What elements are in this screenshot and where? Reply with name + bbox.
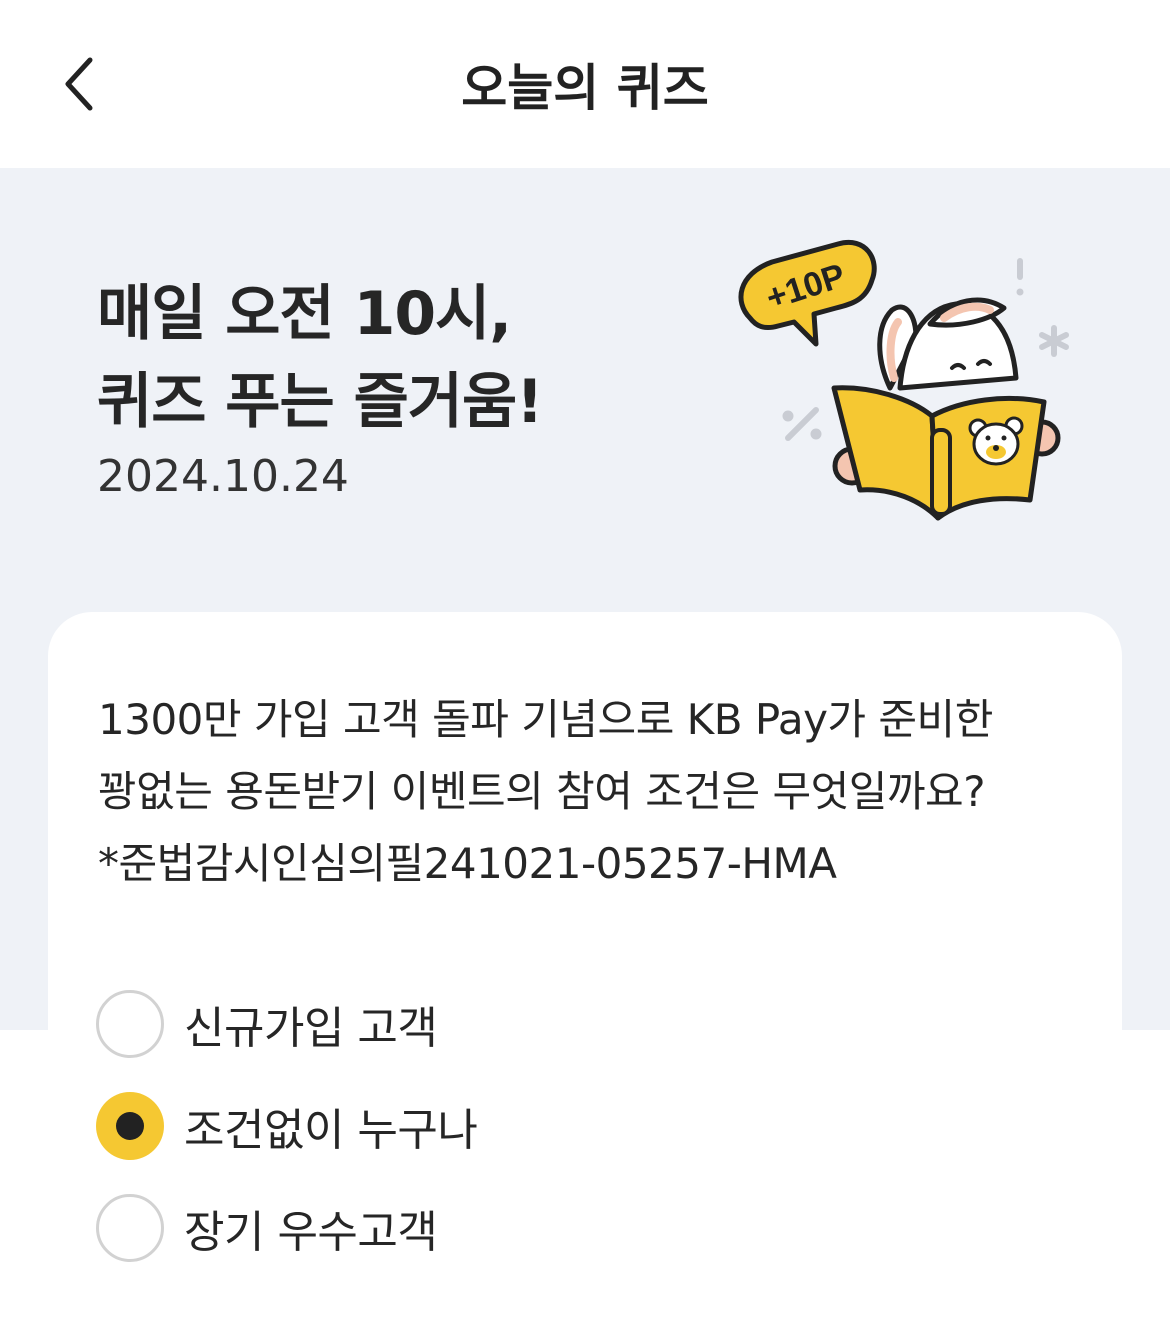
asterisk-icon <box>1039 325 1069 357</box>
exclamation-icon <box>1016 258 1024 296</box>
option-label: 신규가입 고객 <box>184 1003 438 1054</box>
reading-bunny-illustration: +10P <box>738 239 1069 521</box>
hero-title-line-1: 매일 오전 10시, <box>97 279 512 349</box>
top-bar: 오늘의 퀴즈 <box>0 0 1170 168</box>
hero-title-line-2: 퀴즈 푸는 즐거움! <box>97 367 544 437</box>
bunny-figure <box>877 297 1019 391</box>
option-label: 조건없이 누구나 <box>184 1105 478 1156</box>
hero-title: 매일 오전 10시, 퀴즈 푸는 즐거움! <box>97 270 544 446</box>
quiz-question: 1300만 가입 고객 돌파 기념으로 KB Pay가 준비한 꽝없는 용돈받기… <box>98 684 1088 900</box>
radio-button[interactable] <box>96 990 164 1058</box>
radio-button-selected[interactable] <box>96 1092 164 1160</box>
book-icon <box>831 385 1047 521</box>
option-label: 장기 우수고객 <box>184 1207 438 1258</box>
quiz-date: 2024.10.24 <box>97 451 349 502</box>
option-new-member[interactable]: 신규가입 고객 <box>96 986 696 1062</box>
option-long-term-customer[interactable]: 장기 우수고객 <box>96 1190 696 1266</box>
points-badge: +10P <box>738 239 877 347</box>
page-title: 오늘의 퀴즈 <box>461 59 709 117</box>
quiz-card: 1300만 가입 고객 돌파 기념으로 KB Pay가 준비한 꽝없는 용돈받기… <box>48 612 1122 1340</box>
question-compliance-code: *준법감시인심의필241021-05257-HMA <box>98 839 837 888</box>
option-anyone[interactable]: 조건없이 누구나 <box>96 1088 696 1164</box>
percent-icon <box>782 407 822 441</box>
radio-selected-dot <box>116 1112 144 1140</box>
question-line-2: 꽝없는 용돈받기 이벤트의 참여 조건은 무엇일까요? <box>98 767 986 816</box>
radio-button[interactable] <box>96 1194 164 1262</box>
question-line-1: 1300만 가입 고객 돌파 기념으로 KB Pay가 준비한 <box>98 695 993 744</box>
